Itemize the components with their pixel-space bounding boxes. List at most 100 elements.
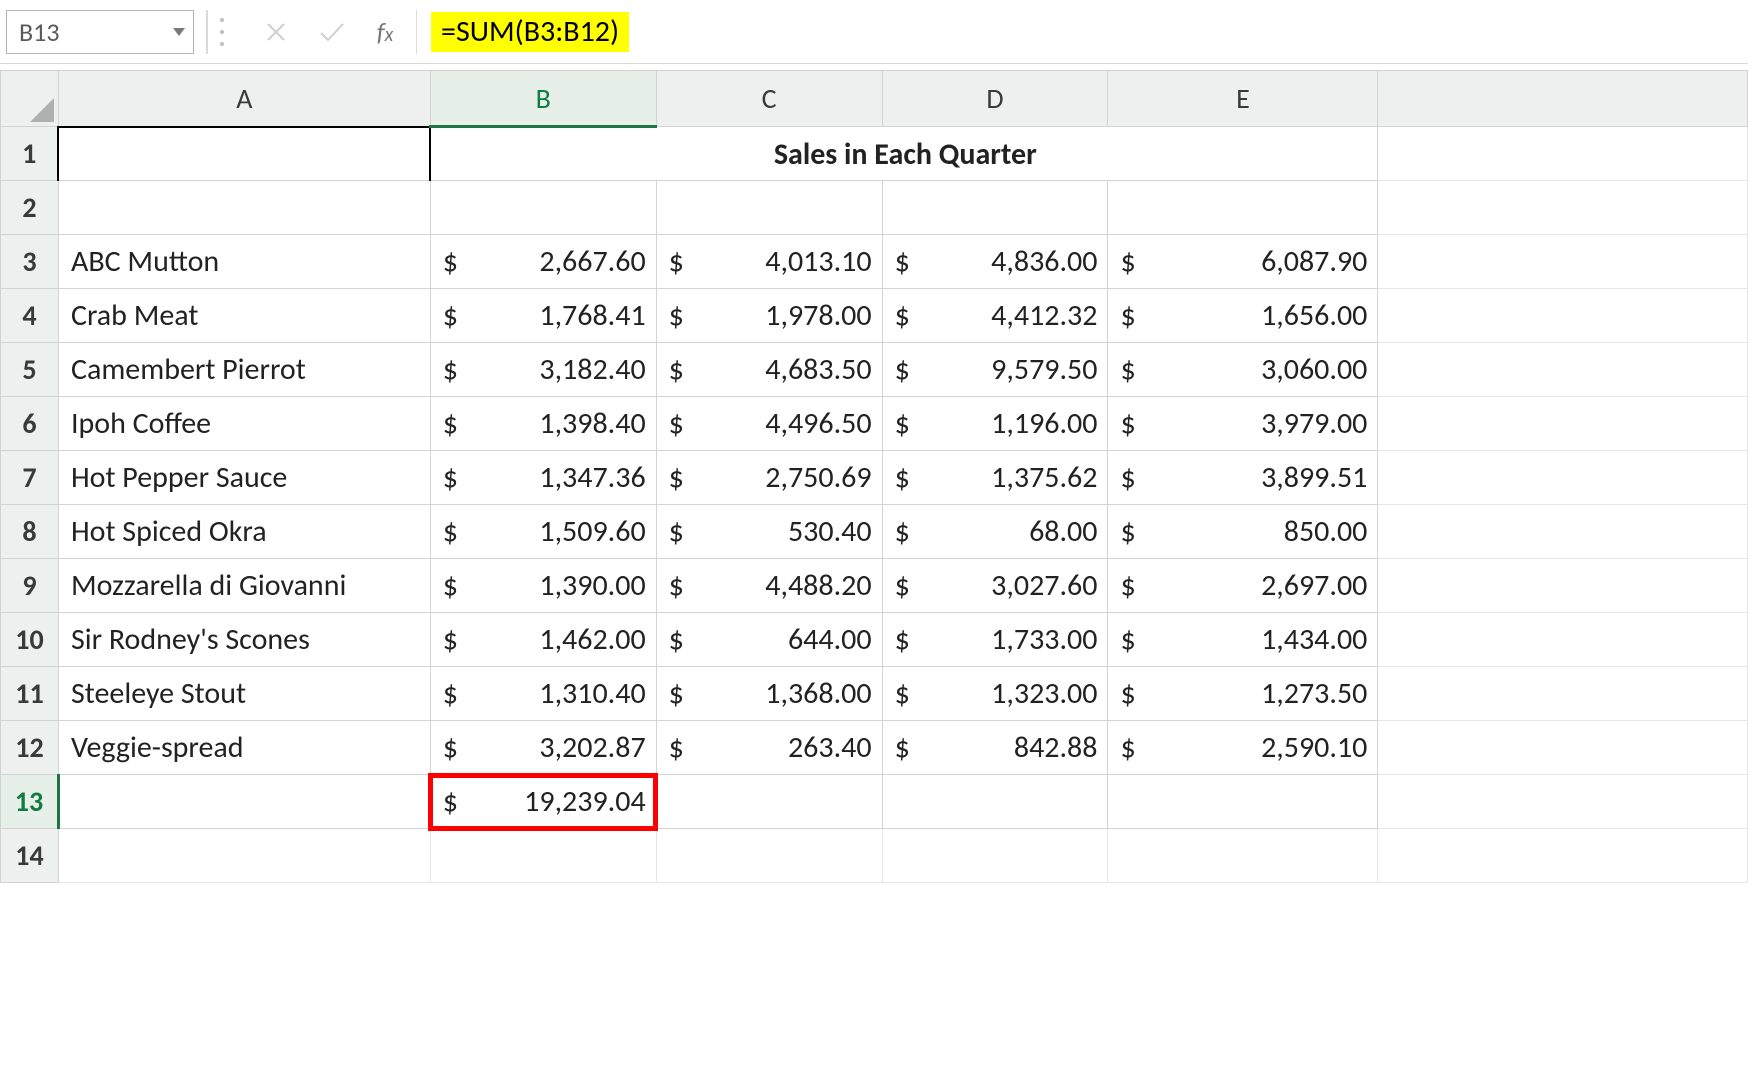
row-header-11[interactable]: 11 — [1, 667, 59, 721]
cell-D3[interactable]: $4,836.00 — [882, 235, 1108, 289]
cell-E3[interactable]: $6,087.90 — [1108, 235, 1378, 289]
cell-B9[interactable]: $1,390.00 — [430, 559, 656, 613]
cell-C11[interactable]: $1,368.00 — [656, 667, 882, 721]
cell-F14[interactable] — [1378, 829, 1748, 883]
cell-F4[interactable] — [1378, 289, 1748, 343]
cell-B6[interactable]: $1,398.40 — [430, 397, 656, 451]
row-header-3[interactable]: 3 — [1, 235, 59, 289]
row-header-1[interactable]: 1 — [1, 127, 59, 181]
cell-C6[interactable]: $4,496.50 — [656, 397, 882, 451]
cell-A13[interactable]: Grand Total — [58, 775, 430, 829]
cell-F3[interactable] — [1378, 235, 1748, 289]
row-header-12[interactable]: 12 — [1, 721, 59, 775]
cell-A6[interactable]: Ipoh Coffee — [58, 397, 430, 451]
cell-A14[interactable] — [58, 829, 430, 883]
spreadsheet-grid[interactable]: A B C D E 1 Sales in Each Quarter 2 Prod… — [0, 70, 1748, 883]
cell-B7[interactable]: $1,347.36 — [430, 451, 656, 505]
row-header-4[interactable]: 4 — [1, 289, 59, 343]
cell-E13[interactable] — [1108, 775, 1378, 829]
row-header-6[interactable]: 6 — [1, 397, 59, 451]
cell-E5[interactable]: $3,060.00 — [1108, 343, 1378, 397]
cell-A11[interactable]: Steeleye Stout — [58, 667, 430, 721]
cell-B11[interactable]: $1,310.40 — [430, 667, 656, 721]
col-header-D[interactable]: D — [882, 71, 1108, 127]
row-header-8[interactable]: 8 — [1, 505, 59, 559]
insert-function-button[interactable]: fx — [360, 10, 416, 54]
col-header-A[interactable]: A — [58, 71, 430, 127]
cell-E7[interactable]: $3,899.51 — [1108, 451, 1378, 505]
cell-C14[interactable] — [656, 829, 882, 883]
name-box[interactable]: B13 — [6, 10, 194, 54]
cell-F2[interactable] — [1378, 181, 1748, 235]
cell-C13[interactable] — [656, 775, 882, 829]
cell-D8[interactable]: $68.00 — [882, 505, 1108, 559]
cell-C5[interactable]: $4,683.50 — [656, 343, 882, 397]
row-header-13[interactable]: 13 — [1, 775, 59, 829]
cell-E11[interactable]: $1,273.50 — [1108, 667, 1378, 721]
cell-C3[interactable]: $4,013.10 — [656, 235, 882, 289]
row-header-7[interactable]: 7 — [1, 451, 59, 505]
cell-B10[interactable]: $1,462.00 — [430, 613, 656, 667]
cell-D7[interactable]: $1,375.62 — [882, 451, 1108, 505]
cell-D10[interactable]: $1,733.00 — [882, 613, 1108, 667]
cell-merged-header[interactable]: Sales in Each Quarter — [430, 127, 1378, 181]
col-header-E[interactable]: E — [1108, 71, 1378, 127]
cell-A5[interactable]: Camembert Pierrot — [58, 343, 430, 397]
cell-D14[interactable] — [882, 829, 1108, 883]
name-box-dropdown-icon[interactable] — [173, 28, 185, 36]
cell-D6[interactable]: $1,196.00 — [882, 397, 1108, 451]
cell-B12[interactable]: $3,202.87 — [430, 721, 656, 775]
cell-B8[interactable]: $1,509.60 — [430, 505, 656, 559]
drag-handle-icon[interactable] — [220, 10, 226, 54]
cell-A2[interactable]: Product Name — [58, 181, 430, 235]
col-header-B[interactable]: B — [430, 71, 656, 127]
cell-D12[interactable]: $842.88 — [882, 721, 1108, 775]
cell-F13[interactable] — [1378, 775, 1748, 829]
cell-C12[interactable]: $263.40 — [656, 721, 882, 775]
cell-B3[interactable]: $2,667.60 — [430, 235, 656, 289]
cell-E6[interactable]: $3,979.00 — [1108, 397, 1378, 451]
cell-D2[interactable]: July'2018 — [882, 181, 1108, 235]
cell-E4[interactable]: $1,656.00 — [1108, 289, 1378, 343]
cell-A10[interactable]: Sir Rodney's Scones — [58, 613, 430, 667]
cell-A8[interactable]: Hot Spiced Okra — [58, 505, 430, 559]
cell-F1[interactable] — [1378, 127, 1748, 181]
cell-C8[interactable]: $530.40 — [656, 505, 882, 559]
cell-D4[interactable]: $4,412.32 — [882, 289, 1108, 343]
cell-D13[interactable] — [882, 775, 1108, 829]
cell-F10[interactable] — [1378, 613, 1748, 667]
cell-D9[interactable]: $3,027.60 — [882, 559, 1108, 613]
cell-F5[interactable] — [1378, 343, 1748, 397]
cell-E8[interactable]: $850.00 — [1108, 505, 1378, 559]
cell-D5[interactable]: $9,579.50 — [882, 343, 1108, 397]
cell-A12[interactable]: Veggie-spread — [58, 721, 430, 775]
cell-F9[interactable] — [1378, 559, 1748, 613]
formula-input[interactable]: =SUM(B3:B12) — [431, 12, 629, 52]
cell-A9[interactable]: Mozzarella di Giovanni — [58, 559, 430, 613]
cell-F7[interactable] — [1378, 451, 1748, 505]
cell-E9[interactable]: $2,697.00 — [1108, 559, 1378, 613]
cell-C7[interactable]: $2,750.69 — [656, 451, 882, 505]
col-header-blank[interactable] — [1378, 71, 1748, 127]
row-header-10[interactable]: 10 — [1, 613, 59, 667]
cell-B2[interactable]: Jan'2018 — [430, 181, 656, 235]
cell-F11[interactable] — [1378, 667, 1748, 721]
cell-F8[interactable] — [1378, 505, 1748, 559]
cell-E12[interactable]: $2,590.10 — [1108, 721, 1378, 775]
cell-C9[interactable]: $4,488.20 — [656, 559, 882, 613]
cell-B4[interactable]: $1,768.41 — [430, 289, 656, 343]
cell-F12[interactable] — [1378, 721, 1748, 775]
row-header-2[interactable]: 2 — [1, 181, 59, 235]
cell-B13[interactable]: $19,239.04 — [430, 775, 656, 829]
cell-A7[interactable]: Hot Pepper Sauce — [58, 451, 430, 505]
row-header-14[interactable]: 14 — [1, 829, 59, 883]
cell-C10[interactable]: $644.00 — [656, 613, 882, 667]
col-header-C[interactable]: C — [656, 71, 882, 127]
cell-E10[interactable]: $1,434.00 — [1108, 613, 1378, 667]
cell-C4[interactable]: $1,978.00 — [656, 289, 882, 343]
cell-E2[interactable]: October'2018 — [1108, 181, 1378, 235]
cell-F6[interactable] — [1378, 397, 1748, 451]
cell-A4[interactable]: Crab Meat — [58, 289, 430, 343]
cell-B14[interactable] — [430, 829, 656, 883]
row-header-9[interactable]: 9 — [1, 559, 59, 613]
